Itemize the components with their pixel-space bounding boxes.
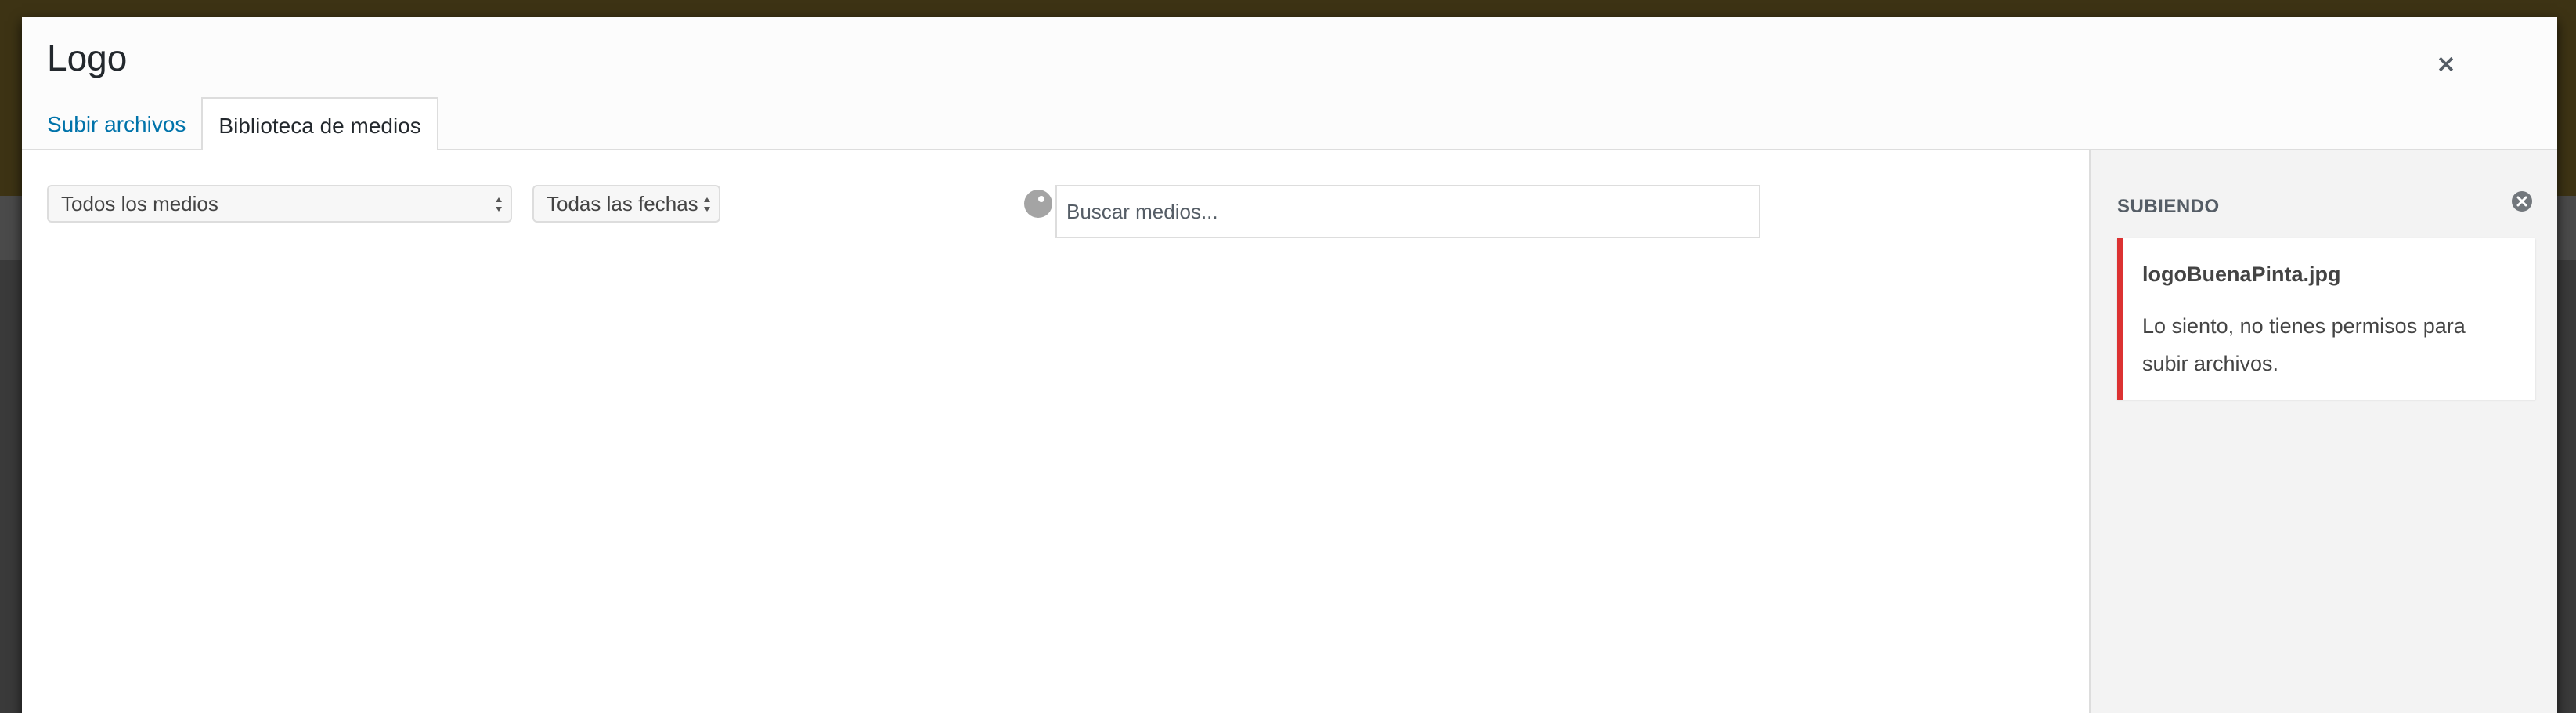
modal-tabs: Subir archivos Biblioteca de medios	[47, 96, 438, 154]
modal-header: Logo Subir archivos Biblioteca de medios	[22, 17, 2557, 154]
select-arrows-icon	[496, 197, 502, 212]
media-type-filter[interactable]: Todos los medios	[47, 185, 512, 223]
modal-title: Logo	[47, 38, 128, 78]
media-modal: Logo Subir archivos Biblioteca de medios…	[22, 17, 2557, 713]
date-filter[interactable]: Todas las fechas	[532, 185, 720, 223]
upload-error-notice: logoBuenaPinta.jpg Lo siento, no tienes …	[2117, 238, 2535, 400]
media-type-filter-value: Todos los medios	[61, 191, 218, 215]
select-arrows-icon	[704, 197, 710, 212]
dismiss-errors-button[interactable]	[2510, 190, 2534, 213]
uploading-title: SUBIENDO	[2117, 196, 2220, 217]
dismiss-circle-icon	[2512, 191, 2532, 212]
error-message: Lo siento, no tienes permisos para subir…	[2142, 314, 2466, 375]
media-library-content: Todos los medios Todas las fechas	[22, 150, 2089, 713]
date-filter-value: Todas las fechas	[547, 191, 698, 215]
error-filename: logoBuenaPinta.jpg	[2142, 262, 2341, 286]
close-icon	[2438, 56, 2454, 72]
uploading-sidebar: SUBIENDO logoBuenaPinta.jpg Lo siento, n…	[2089, 150, 2557, 713]
loading-spinner-icon	[1024, 190, 1052, 218]
close-button[interactable]	[2423, 41, 2470, 88]
search-media-input[interactable]	[1055, 185, 1760, 238]
tab-media-library[interactable]: Biblioteca de medios	[201, 97, 438, 154]
tab-upload-files[interactable]: Subir archivos	[47, 97, 201, 152]
